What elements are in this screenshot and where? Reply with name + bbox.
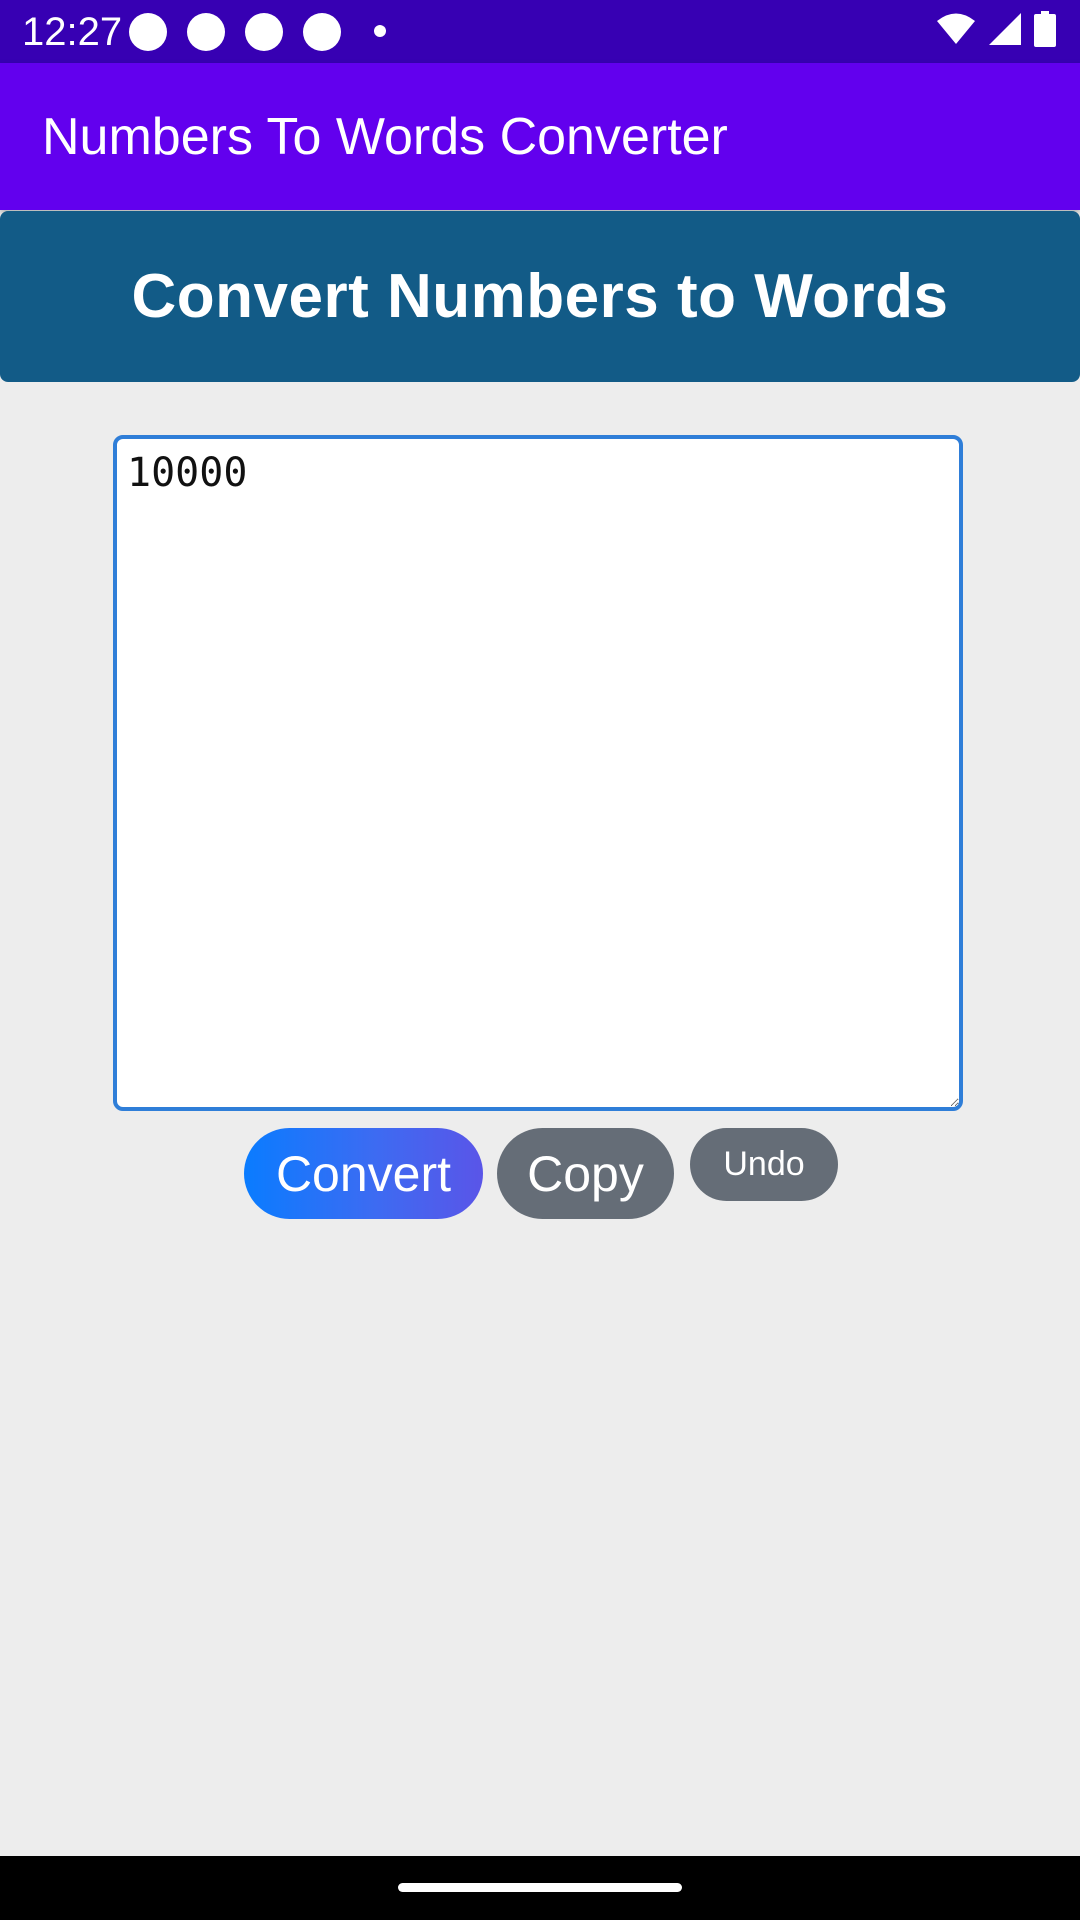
header-banner: Convert Numbers to Words bbox=[0, 211, 1080, 382]
page-title: Convert Numbers to Words bbox=[131, 262, 949, 331]
home-gesture-handle[interactable] bbox=[398, 1883, 682, 1892]
more-notifications-icon bbox=[374, 25, 386, 37]
notification-dot-icon bbox=[129, 13, 167, 51]
number-input[interactable]: 10000 bbox=[113, 435, 963, 1111]
navigation-bar bbox=[0, 1856, 1080, 1920]
wifi-icon bbox=[936, 12, 976, 51]
undo-button[interactable]: Undo bbox=[690, 1128, 838, 1201]
app-screen: 12:27 Numbers To Words Converter Convert… bbox=[0, 0, 1080, 1920]
notification-dot-icon bbox=[187, 13, 225, 51]
status-icons bbox=[936, 10, 1056, 52]
notification-dot-icon bbox=[303, 13, 341, 51]
status-bar: 12:27 bbox=[0, 0, 1080, 63]
notification-dot-icon bbox=[245, 13, 283, 51]
copy-button[interactable]: Copy bbox=[497, 1128, 674, 1219]
convert-button[interactable]: Convert bbox=[244, 1128, 483, 1219]
battery-icon bbox=[1034, 10, 1056, 52]
signal-icon bbox=[988, 12, 1022, 51]
app-bar: Numbers To Words Converter bbox=[0, 63, 1080, 210]
app-title: Numbers To Words Converter bbox=[42, 108, 728, 166]
status-time: 12:27 bbox=[22, 10, 123, 54]
